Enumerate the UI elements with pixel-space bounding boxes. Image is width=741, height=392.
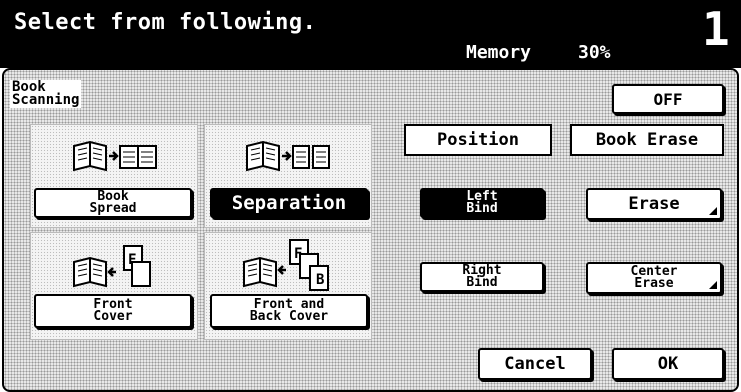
book-spread-button[interactable]: Book Spread — [34, 188, 192, 218]
front-cover-button[interactable]: Front Cover — [34, 294, 192, 328]
svg-text:B: B — [316, 272, 324, 288]
off-button[interactable]: OFF — [612, 84, 724, 114]
separation-icon — [246, 140, 330, 172]
memory-value: 30% — [578, 42, 611, 63]
ok-button[interactable]: OK — [612, 348, 724, 380]
header-bar: Select from following. Memory 30% 1 — [0, 0, 741, 68]
erase-button[interactable]: Erase — [586, 188, 722, 220]
front-back-cover-button[interactable]: Front and Back Cover — [210, 294, 368, 328]
right-bind-button[interactable]: Right Bind — [420, 262, 544, 292]
front-cover-icon: F — [73, 245, 151, 288]
book-spread-icon — [73, 140, 157, 172]
left-bind-button[interactable]: Left Bind — [420, 188, 544, 218]
memory-label: Memory — [466, 42, 532, 63]
book-scanning-label: Book Scanning — [10, 79, 82, 108]
page-title: Select from following. — [14, 10, 317, 35]
separation-button[interactable]: Separation — [210, 188, 368, 218]
copy-count: 1 — [702, 2, 730, 56]
front-back-cover-icon: F B — [243, 239, 329, 291]
book-scanning-panel — [2, 68, 739, 392]
center-erase-button[interactable]: Center Erase — [586, 262, 722, 294]
book-erase-heading: Book Erase — [570, 124, 724, 156]
position-heading: Position — [404, 124, 552, 156]
cancel-button[interactable]: Cancel — [478, 348, 592, 380]
